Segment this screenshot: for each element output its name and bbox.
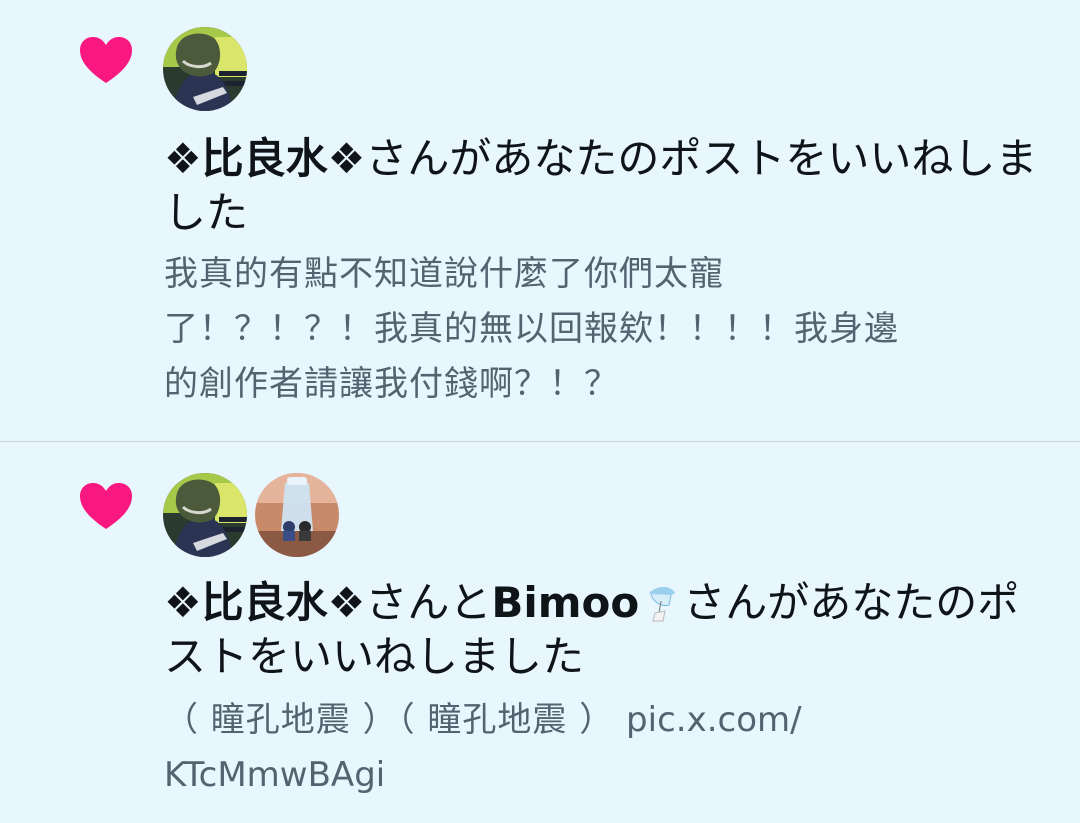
post-preview[interactable]: 我真的有點不知道說什麼了你們太寵 了！？！？！我真的無以回報欸！！！！我身邊 的… — [164, 247, 1044, 412]
notification-item[interactable]: ❖比良水❖さんがあなたのポストをいいねしました 我真的有點不知道說什麼了你們太寵… — [0, 0, 1080, 442]
heart-icon — [80, 37, 132, 83]
avatar[interactable] — [255, 473, 339, 557]
actor-name[interactable]: ❖比良水❖ — [164, 134, 365, 183]
wind-chime-icon — [649, 587, 676, 622]
heart-icon — [80, 483, 132, 529]
notification-title: ❖比良水❖さんとBimoo さんがあなたのポストをいいねしました — [164, 576, 1044, 684]
notification-title: ❖比良水❖さんがあなたのポストをいいねしました — [164, 132, 1044, 240]
avatar-image — [163, 473, 247, 557]
avatar[interactable] — [163, 473, 247, 557]
connector-text: さんと — [365, 578, 492, 627]
post-preview[interactable]: （ 瞳孔地震 ）（ 瞳孔地震 ） pic.x.com/ KTcMmwBAgi — [164, 693, 1044, 803]
avatar-image — [255, 473, 339, 557]
actor2-name[interactable]: Bimoo — [491, 578, 639, 627]
actor-name[interactable]: ❖比良水❖ — [164, 578, 365, 627]
avatar-image — [163, 27, 247, 111]
notification-item[interactable]: ❖比良水❖さんとBimoo さんがあなたのポストをいいねしました （ 瞳孔地震 … — [0, 442, 1080, 823]
post-text: （ 瞳孔地震 ）（ 瞳孔地震 ） — [164, 700, 615, 740]
avatar[interactable] — [163, 27, 247, 111]
